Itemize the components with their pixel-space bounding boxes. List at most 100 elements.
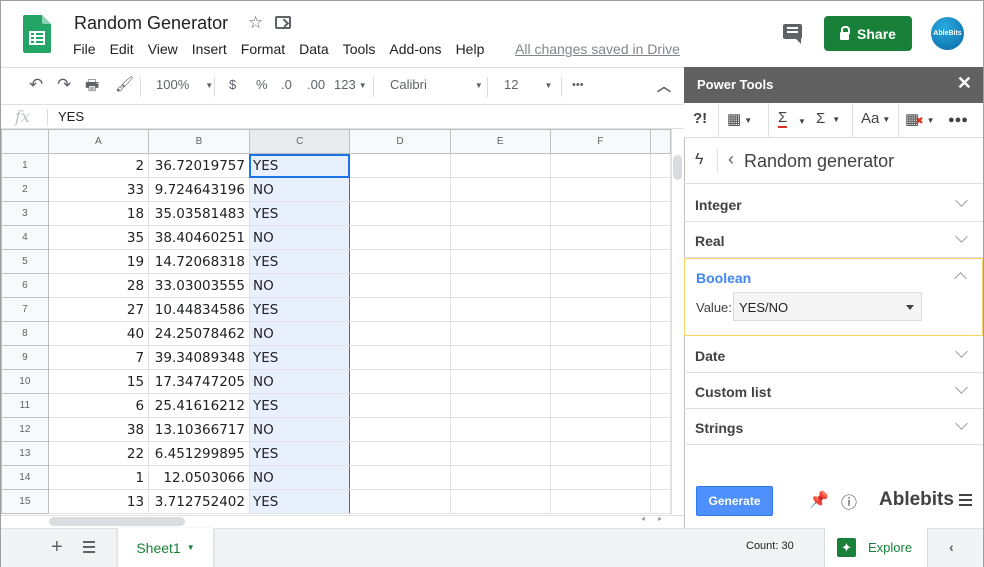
- cell-d[interactable]: [349, 441, 451, 466]
- explore-button[interactable]: ✦ Explore: [824, 528, 928, 567]
- cell-b[interactable]: 39.34089348: [148, 345, 250, 370]
- paint-format-icon[interactable]: 🖌: [115, 75, 134, 93]
- menu-edit[interactable]: Edit: [110, 41, 134, 57]
- vertical-scroll-thumb[interactable]: [673, 155, 682, 180]
- cell-b[interactable]: 38.40460251: [148, 225, 250, 250]
- all-sheets-icon[interactable]: [83, 541, 95, 553]
- chevron-up-icon[interactable]: [954, 272, 967, 285]
- cell-b[interactable]: 36.72019757: [148, 153, 250, 178]
- comments-icon[interactable]: [783, 24, 802, 44]
- cell-d[interactable]: [349, 417, 451, 442]
- cell-a[interactable]: 28: [47, 273, 150, 298]
- zoom-select[interactable]: 100% ▼: [156, 77, 213, 92]
- cell-g[interactable]: [650, 345, 671, 370]
- cell-e[interactable]: [449, 417, 551, 442]
- cell-a[interactable]: 22: [47, 441, 150, 466]
- cell-a[interactable]: 33: [47, 177, 150, 202]
- selection-count[interactable]: Count: 30: [746, 540, 794, 552]
- cell-e[interactable]: [449, 489, 551, 514]
- column-header-b[interactable]: B: [148, 129, 250, 154]
- back-icon[interactable]: ‹: [728, 149, 734, 170]
- cell-f[interactable]: [549, 345, 652, 370]
- cell-b[interactable]: 10.44834586: [148, 297, 250, 322]
- cell-e[interactable]: [449, 153, 551, 178]
- close-icon[interactable]: ✕: [957, 73, 972, 94]
- cell-b[interactable]: 35.03581483: [148, 201, 250, 226]
- formulas-icon[interactable]: Σ ▼: [816, 110, 840, 127]
- scroll-left-icon[interactable]: ◂: [641, 514, 645, 523]
- cell-a[interactable]: 35: [47, 225, 150, 250]
- currency-format-button[interactable]: $: [229, 77, 236, 92]
- sheet-tab[interactable]: Sheet1 ▼: [118, 528, 213, 567]
- cell-c[interactable]: YES: [248, 201, 351, 226]
- cell-a[interactable]: 6: [47, 393, 150, 418]
- cell-a[interactable]: 15: [47, 369, 150, 394]
- cell-d[interactable]: [349, 297, 451, 322]
- menu-tools[interactable]: Tools: [343, 41, 376, 57]
- share-button[interactable]: Share: [824, 16, 912, 51]
- more-tools-icon[interactable]: ●●●: [948, 114, 968, 126]
- section-strings[interactable]: Strings: [684, 409, 983, 445]
- document-title[interactable]: Random Generator: [74, 13, 228, 34]
- horizontal-scroll-thumb[interactable]: [49, 517, 185, 526]
- cell-e[interactable]: [449, 225, 551, 250]
- cell-c[interactable]: YES: [248, 249, 351, 274]
- cell-f[interactable]: [549, 177, 652, 202]
- cell-e[interactable]: [449, 273, 551, 298]
- cell-f[interactable]: [549, 417, 652, 442]
- section-date[interactable]: Date: [684, 337, 983, 373]
- row-header[interactable]: 15: [1, 489, 49, 514]
- hamburger-menu-icon[interactable]: [959, 494, 972, 506]
- cell-c[interactable]: YES: [248, 489, 351, 514]
- cell-g[interactable]: [650, 321, 671, 346]
- cell-g[interactable]: [650, 201, 671, 226]
- row-header[interactable]: 2: [1, 177, 49, 202]
- cell-c[interactable]: YES: [248, 441, 351, 466]
- cell-c[interactable]: NO: [248, 273, 351, 298]
- cell-c[interactable]: NO: [248, 225, 351, 250]
- vertical-scrollbar[interactable]: [671, 129, 684, 515]
- cell-d[interactable]: [349, 345, 451, 370]
- row-header[interactable]: 8: [1, 321, 49, 346]
- cell-e[interactable]: [449, 369, 551, 394]
- undo-icon[interactable]: ↶: [29, 75, 43, 95]
- cell-e[interactable]: [449, 441, 551, 466]
- cell-e[interactable]: [449, 297, 551, 322]
- cell-f[interactable]: [549, 249, 652, 274]
- cell-e[interactable]: [449, 321, 551, 346]
- menu-help[interactable]: Help: [456, 41, 485, 57]
- cell-d[interactable]: [349, 249, 451, 274]
- row-header[interactable]: 9: [1, 345, 49, 370]
- cell-f[interactable]: [549, 321, 652, 346]
- cell-a[interactable]: 18: [47, 201, 150, 226]
- star-icon[interactable]: ☆: [248, 13, 263, 33]
- cell-e[interactable]: [449, 465, 551, 490]
- cell-f[interactable]: [549, 489, 652, 514]
- cell-g[interactable]: [650, 465, 671, 490]
- spreadsheet-grid[interactable]: A B C D E F 1 2 36.72019757 YES 2 33 9.7246431…: [1, 129, 671, 515]
- help-info-icon[interactable]: ⓘ: [841, 489, 857, 513]
- cell-g[interactable]: [650, 417, 671, 442]
- cell-b[interactable]: 17.34747205: [148, 369, 250, 394]
- cell-d[interactable]: [349, 393, 451, 418]
- more-options-button[interactable]: •••: [572, 79, 584, 91]
- cell-d[interactable]: [349, 321, 451, 346]
- pin-icon[interactable]: 📌: [809, 490, 829, 510]
- cell-b[interactable]: 12.0503066: [148, 465, 250, 490]
- row-header[interactable]: 3: [1, 201, 49, 226]
- row-header[interactable]: 10: [1, 369, 49, 394]
- row-header[interactable]: 6: [1, 273, 49, 298]
- menu-file[interactable]: File: [73, 41, 96, 57]
- cell-d[interactable]: [349, 177, 451, 202]
- cell-g[interactable]: [650, 489, 671, 514]
- cell-g[interactable]: [650, 225, 671, 250]
- cell-b[interactable]: 9.724643196: [148, 177, 250, 202]
- cell-f[interactable]: [549, 201, 652, 226]
- row-header[interactable]: 12: [1, 417, 49, 442]
- cell-g[interactable]: [650, 249, 671, 274]
- cell-b[interactable]: 6.451299895: [148, 441, 250, 466]
- section-boolean[interactable]: Boolean Value: YES/NO: [684, 258, 983, 336]
- menu-format[interactable]: Format: [241, 41, 285, 57]
- cell-e[interactable]: [449, 177, 551, 202]
- cell-f[interactable]: [549, 273, 652, 298]
